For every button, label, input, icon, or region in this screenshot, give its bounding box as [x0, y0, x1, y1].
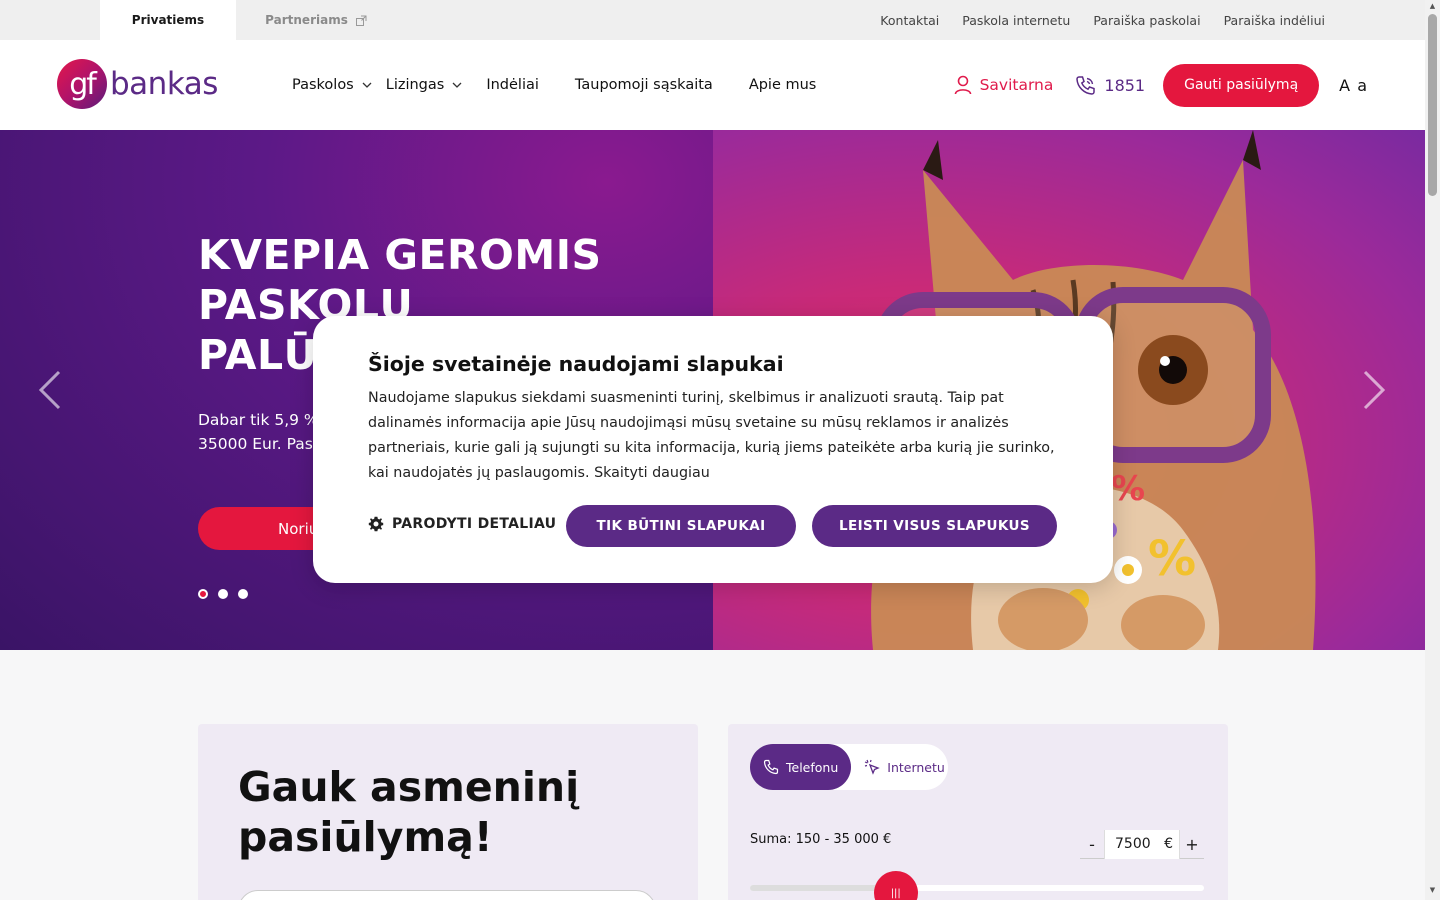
phone-link[interactable]: 1851 — [1075, 75, 1145, 96]
amount-slider[interactable]: ||| — [750, 871, 1204, 900]
link-deposit-application[interactable]: Paraiška indėliui — [1224, 13, 1325, 28]
nav-item-deposits[interactable]: Indėliai — [486, 77, 539, 93]
segment-private[interactable]: Privatiems — [100, 0, 236, 40]
nav-item-leasing[interactable]: Lizingas — [386, 77, 463, 93]
carousel-dots — [198, 589, 248, 599]
nav-item-loans-label: Paskolos — [292, 77, 354, 93]
link-contacts[interactable]: Kontaktai — [880, 13, 939, 28]
svg-text:%: % — [1111, 469, 1145, 509]
cookie-dialog-text: Naudojame slapukus siekdami suasmeninti … — [368, 386, 1068, 486]
gear-icon — [368, 516, 384, 532]
nav-item-savings-account[interactable]: Taupomoji sąskaita — [575, 77, 713, 93]
offer-input-field[interactable] — [238, 890, 656, 900]
scrollbar-thumb[interactable] — [1428, 14, 1437, 196]
external-link-icon — [355, 15, 367, 26]
amount-value: 7500 — [1115, 836, 1151, 852]
carousel-dot[interactable] — [198, 589, 208, 599]
logo[interactable]: gf bankas — [57, 59, 218, 109]
amount-stepper: - 7500 € + — [1080, 829, 1204, 859]
amount-field[interactable]: 7500 € — [1104, 829, 1180, 859]
cursor-click-icon — [865, 759, 881, 775]
increment-button[interactable]: + — [1180, 835, 1204, 854]
link-online-loan[interactable]: Paskola internetu — [962, 13, 1070, 28]
main-header: gf bankas Paskolos Lizingas Indėliai Tau… — [0, 40, 1425, 130]
nav-item-about[interactable]: Apie mus — [749, 77, 817, 93]
chevron-right-icon[interactable] — [1362, 370, 1386, 410]
decrement-button[interactable]: - — [1080, 835, 1104, 854]
chevron-left-icon[interactable] — [38, 370, 62, 410]
segment-partners-label: Partneriams — [265, 13, 348, 27]
svg-text:%: % — [1148, 531, 1196, 587]
loan-calculator: Telefonu Internetu Suma: 150 - 35 000 € … — [728, 724, 1228, 900]
self-service-link[interactable]: Savitarna — [954, 75, 1054, 95]
hero-title-line: KVEPIA GEROMIS — [198, 231, 602, 279]
logo-text: bankas — [110, 66, 218, 102]
amount-slider-thumb[interactable]: ||| — [873, 871, 918, 900]
font-size-toggle[interactable]: A a — [1339, 76, 1368, 95]
top-utility-bar: Privatiems Partneriams Kontaktai Paskola… — [0, 0, 1425, 40]
carousel-dot[interactable] — [238, 589, 248, 599]
allow-all-cookies-button[interactable]: LEISTI VISUS SLAPUKUS — [812, 505, 1057, 547]
show-details-label: PARODYTI DETALIAU — [392, 516, 557, 532]
nav-item-loans[interactable]: Paskolos — [292, 77, 372, 93]
cookie-consent-dialog: Šioje svetainėje naudojami slapukai Naud… — [313, 316, 1113, 583]
phone-icon — [763, 759, 779, 775]
read-more-link[interactable]: Skaityti daugiau — [594, 465, 710, 481]
amount-currency: € — [1164, 836, 1173, 852]
self-service-label: Savitarna — [979, 76, 1054, 94]
nav-item-leasing-label: Lizingas — [385, 77, 445, 93]
contact-method-toggle: Telefonu Internetu — [750, 744, 948, 790]
cookie-dialog-body: Naudojame slapukus siekdami suasmeninti … — [368, 390, 1055, 481]
necessary-cookies-button[interactable]: TIK BŪTINI SLAPUKAI — [566, 505, 796, 547]
chevron-down-icon — [362, 82, 372, 88]
segment-partners[interactable]: Partneriams — [236, 0, 396, 40]
get-offer-button[interactable]: Gauti pasiūlymą — [1163, 63, 1320, 107]
phone-icon — [1076, 75, 1096, 95]
personal-offer-title-line: Gauk asmeninį — [238, 763, 580, 811]
show-details-button[interactable]: PARODYTI DETALIAU — [368, 516, 556, 532]
personal-offer-card: Gauk asmeninį pasiūlymą! — [198, 724, 698, 900]
link-loan-application[interactable]: Paraiška paskolai — [1093, 13, 1200, 28]
logo-mark: gf — [57, 59, 107, 109]
tab-phone-label: Telefonu — [786, 759, 839, 775]
cookie-dialog-title: Šioje svetainėje naudojami slapukai — [368, 352, 784, 376]
sum-range-label: Suma: 150 - 35 000 € — [750, 832, 892, 847]
tab-online-label: Internetu — [887, 759, 945, 775]
tab-phone[interactable]: Telefonu — [750, 744, 852, 790]
phone-number: 1851 — [1104, 75, 1146, 95]
personal-offer-title: Gauk asmeninį pasiūlymą! — [238, 762, 579, 862]
scroll-down-arrow-icon[interactable]: ▼ — [1428, 886, 1437, 894]
user-icon — [954, 75, 971, 95]
page-scrollbar[interactable]: ▲ ▼ — [1425, 0, 1440, 900]
scroll-up-arrow-icon[interactable]: ▲ — [1428, 2, 1437, 10]
tab-online[interactable]: Internetu — [851, 744, 958, 790]
chevron-down-icon — [452, 82, 462, 88]
personal-offer-title-line: pasiūlymą! — [238, 813, 493, 861]
main-nav: Paskolos Lizingas Indėliai Taupomoji sąs… — [292, 40, 852, 130]
carousel-dot[interactable] — [218, 589, 228, 599]
